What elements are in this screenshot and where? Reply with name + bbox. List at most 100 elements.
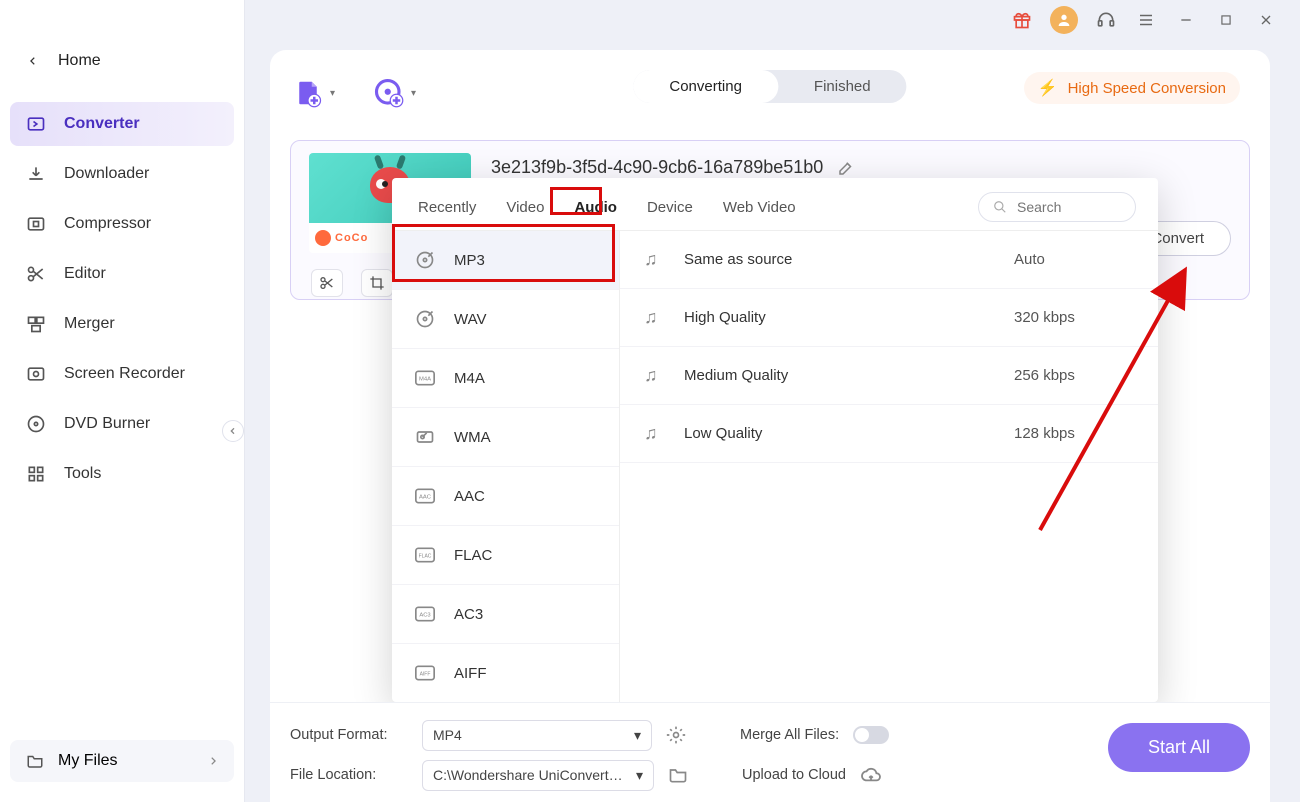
format-option-wma[interactable]: WMA	[392, 408, 619, 467]
sidebar-item-label: Converter	[64, 115, 140, 133]
sidebar-item-label: Tools	[64, 465, 101, 483]
format-label: WMA	[454, 429, 491, 446]
quality-label: Medium Quality	[684, 367, 996, 384]
sidebar-home[interactable]: Home	[0, 40, 244, 82]
start-all-button[interactable]: Start All	[1108, 723, 1250, 772]
chevron-down-icon: ▾	[636, 767, 643, 784]
format-option-m4a[interactable]: M4A M4A	[392, 349, 619, 408]
chevron-down-icon: ▾	[411, 88, 416, 99]
format-option-aiff[interactable]: AIFF AIFF	[392, 644, 619, 702]
svg-text:AC3: AC3	[419, 613, 430, 619]
format-list: MP3 WAV M4A M4A WMA AAC AAC	[392, 231, 620, 702]
sidebar-item-compressor[interactable]: Compressor	[10, 202, 234, 246]
segment-finished[interactable]: Finished	[778, 70, 907, 103]
sidebar-item-editor[interactable]: Editor	[10, 252, 234, 296]
settings-gear-icon[interactable]	[666, 725, 688, 745]
sidebar-item-dvd-burner[interactable]: DVD Burner	[10, 402, 234, 446]
file-location-label: File Location:	[290, 767, 408, 783]
add-file-button[interactable]: ▾	[290, 75, 335, 111]
audio-disc-icon	[414, 308, 436, 330]
format-option-mp3[interactable]: MP3	[392, 231, 619, 290]
format-popup: Recently Video Audio Device Web Video MP…	[392, 178, 1158, 702]
sidebar-item-tools[interactable]: Tools	[10, 452, 234, 496]
add-disc-icon	[371, 75, 407, 111]
window-close-icon[interactable]	[1254, 8, 1278, 32]
format-label: FLAC	[454, 547, 492, 564]
quality-option-same-as-source[interactable]: ♫ Same as source Auto	[620, 231, 1158, 289]
format-tab-recently[interactable]: Recently	[414, 197, 480, 218]
sidebar-my-files[interactable]: My Files	[10, 740, 234, 782]
quality-option-low[interactable]: ♫ Low Quality 128 kbps	[620, 405, 1158, 463]
support-headset-icon[interactable]	[1094, 8, 1118, 32]
window-titlebar	[1010, 6, 1278, 34]
quality-label: High Quality	[684, 309, 996, 326]
sidebar-item-label: Downloader	[64, 165, 149, 183]
music-note-icon: ♫	[644, 249, 666, 270]
sidebar-item-label: Editor	[64, 265, 106, 283]
hamburger-menu-icon[interactable]	[1134, 8, 1158, 32]
format-option-flac[interactable]: FLAC FLAC	[392, 526, 619, 585]
file-location-select[interactable]: C:\Wondershare UniConverter 1 ▾	[422, 760, 654, 791]
format-tab-web-video[interactable]: Web Video	[719, 197, 800, 218]
quality-option-high[interactable]: ♫ High Quality 320 kbps	[620, 289, 1158, 347]
audio-tag-icon: M4A	[414, 367, 436, 389]
upload-cloud-label: Upload to Cloud	[742, 767, 846, 783]
audio-tag-icon: AIFF	[414, 662, 436, 684]
bottom-bar: Output Format: MP4 ▾ Merge All Files: Fi…	[270, 702, 1270, 802]
format-search-input[interactable]	[1017, 199, 1121, 215]
sidebar-item-screen-recorder[interactable]: Screen Recorder	[10, 352, 234, 396]
sidebar-item-downloader[interactable]: Downloader	[10, 152, 234, 196]
merge-toggle[interactable]	[853, 726, 889, 744]
trim-button[interactable]	[311, 269, 343, 297]
audio-tag-icon: AAC	[414, 485, 436, 507]
format-tab-audio[interactable]: Audio	[570, 197, 621, 218]
segment-converting[interactable]: Converting	[633, 70, 778, 103]
open-folder-icon[interactable]	[668, 765, 690, 785]
cloud-icon[interactable]	[860, 766, 882, 784]
window-maximize-icon[interactable]	[1214, 8, 1238, 32]
format-label: AC3	[454, 606, 483, 623]
grid-icon	[26, 464, 46, 484]
compressor-icon	[26, 214, 46, 234]
quality-value: 128 kbps	[1014, 425, 1134, 442]
format-option-ac3[interactable]: AC3 AC3	[392, 585, 619, 644]
format-option-wav[interactable]: WAV	[392, 290, 619, 349]
crop-button[interactable]	[361, 269, 393, 297]
format-label: WAV	[454, 311, 487, 328]
format-search[interactable]	[978, 192, 1136, 222]
sidebar-item-converter[interactable]: Converter	[10, 102, 234, 146]
file-edit-tools	[311, 269, 393, 297]
format-tab-video[interactable]: Video	[502, 197, 548, 218]
download-icon	[26, 164, 46, 184]
format-option-aac[interactable]: AAC AAC	[392, 467, 619, 526]
search-icon	[993, 200, 1007, 214]
gift-icon[interactable]	[1010, 8, 1034, 32]
format-tabs: Recently Video Audio Device Web Video	[392, 178, 1158, 231]
status-segmented: Converting Finished	[633, 70, 906, 103]
svg-text:FLAC: FLAC	[419, 554, 432, 560]
add-file-icon	[290, 75, 326, 111]
disc-icon	[26, 414, 46, 434]
high-speed-conversion-button[interactable]: ⚡ High Speed Conversion	[1024, 72, 1240, 104]
quality-option-medium[interactable]: ♫ Medium Quality 256 kbps	[620, 347, 1158, 405]
output-format-label: Output Format:	[290, 727, 408, 743]
output-format-select[interactable]: MP4 ▾	[422, 720, 652, 751]
sidebar-home-label: Home	[58, 52, 101, 70]
music-note-icon: ♫	[644, 307, 666, 328]
quality-label: Same as source	[684, 251, 996, 268]
sidebar-nav-list: Converter Downloader Compressor Editor M…	[0, 102, 244, 496]
sidebar-item-merger[interactable]: Merger	[10, 302, 234, 346]
quality-value: Auto	[1014, 251, 1134, 268]
output-format-value: MP4	[433, 727, 462, 743]
quality-value: 320 kbps	[1014, 309, 1134, 326]
add-disc-button[interactable]: ▾	[371, 75, 416, 111]
quality-list: ♫ Same as source Auto ♫ High Quality 320…	[620, 231, 1158, 702]
sidebar-collapse-handle[interactable]	[222, 420, 244, 442]
user-avatar-icon[interactable]	[1050, 6, 1078, 34]
audio-tag-icon: FLAC	[414, 544, 436, 566]
format-tab-device[interactable]: Device	[643, 197, 697, 218]
window-minimize-icon[interactable]	[1174, 8, 1198, 32]
bolt-icon: ⚡	[1038, 78, 1058, 98]
format-label: M4A	[454, 370, 485, 387]
edit-name-icon[interactable]	[837, 159, 855, 177]
